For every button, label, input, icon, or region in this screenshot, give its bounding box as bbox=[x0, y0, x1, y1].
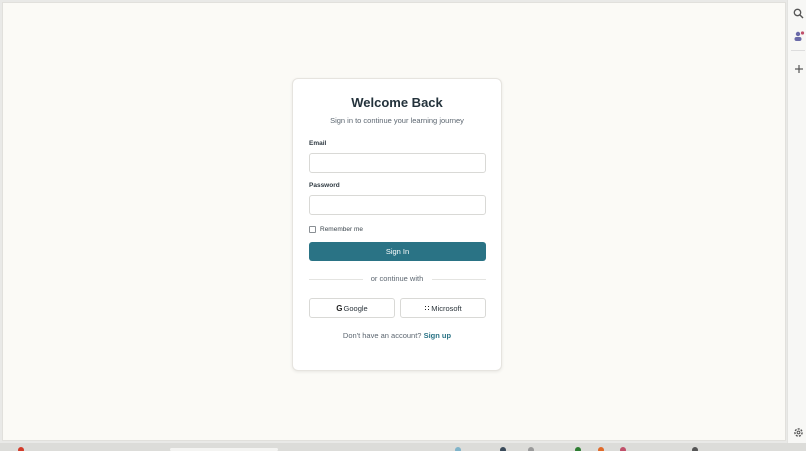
browser-side-rail bbox=[787, 0, 806, 443]
taskbar-app-icon[interactable] bbox=[500, 447, 506, 451]
plus-icon[interactable] bbox=[792, 62, 805, 75]
rail-divider bbox=[791, 50, 805, 51]
browser-viewport: Welcome Back Sign in to continue your le… bbox=[2, 2, 786, 441]
signup-link[interactable]: Sign up bbox=[424, 331, 452, 340]
taskbar bbox=[0, 443, 806, 451]
taskbar-app-icon[interactable] bbox=[692, 447, 698, 451]
settings-icon[interactable] bbox=[792, 426, 805, 439]
microsoft-label: Microsoft bbox=[431, 303, 462, 313]
microsoft-icon bbox=[424, 305, 431, 311]
email-field[interactable] bbox=[309, 153, 486, 173]
taskbar-app-icon[interactable] bbox=[528, 447, 534, 451]
divider-text: or continue with bbox=[370, 274, 424, 283]
taskbar-app-icon[interactable] bbox=[620, 447, 626, 451]
profile-icon[interactable] bbox=[792, 29, 805, 42]
password-field[interactable] bbox=[309, 195, 486, 215]
search-icon[interactable] bbox=[792, 7, 805, 20]
page-title: Welcome Back bbox=[351, 95, 443, 110]
email-label: Email bbox=[309, 140, 327, 147]
remember-me-label: Remember me bbox=[320, 226, 363, 233]
taskbar-app-icon[interactable] bbox=[455, 447, 461, 451]
page-subtitle: Sign in to continue your learning journe… bbox=[330, 116, 464, 125]
microsoft-signin-button[interactable]: Microsoft bbox=[400, 298, 486, 318]
signup-row: Don't have an account? Sign up bbox=[293, 331, 501, 340]
taskbar-app-icon[interactable] bbox=[18, 447, 24, 451]
google-label: Google bbox=[343, 303, 368, 313]
password-label: Password bbox=[309, 182, 340, 189]
signup-prompt: Don't have an account? bbox=[342, 331, 422, 340]
remember-me-row[interactable]: Remember me bbox=[309, 226, 363, 233]
taskbar-app-icon[interactable] bbox=[598, 447, 604, 451]
login-card: Welcome Back Sign in to continue your le… bbox=[292, 78, 502, 371]
google-icon: G bbox=[336, 303, 343, 313]
sign-in-button[interactable]: Sign In bbox=[309, 242, 486, 261]
remember-me-checkbox[interactable] bbox=[309, 226, 316, 233]
taskbar-app-icon[interactable] bbox=[575, 447, 581, 451]
google-signin-button[interactable]: G Google bbox=[309, 298, 395, 318]
